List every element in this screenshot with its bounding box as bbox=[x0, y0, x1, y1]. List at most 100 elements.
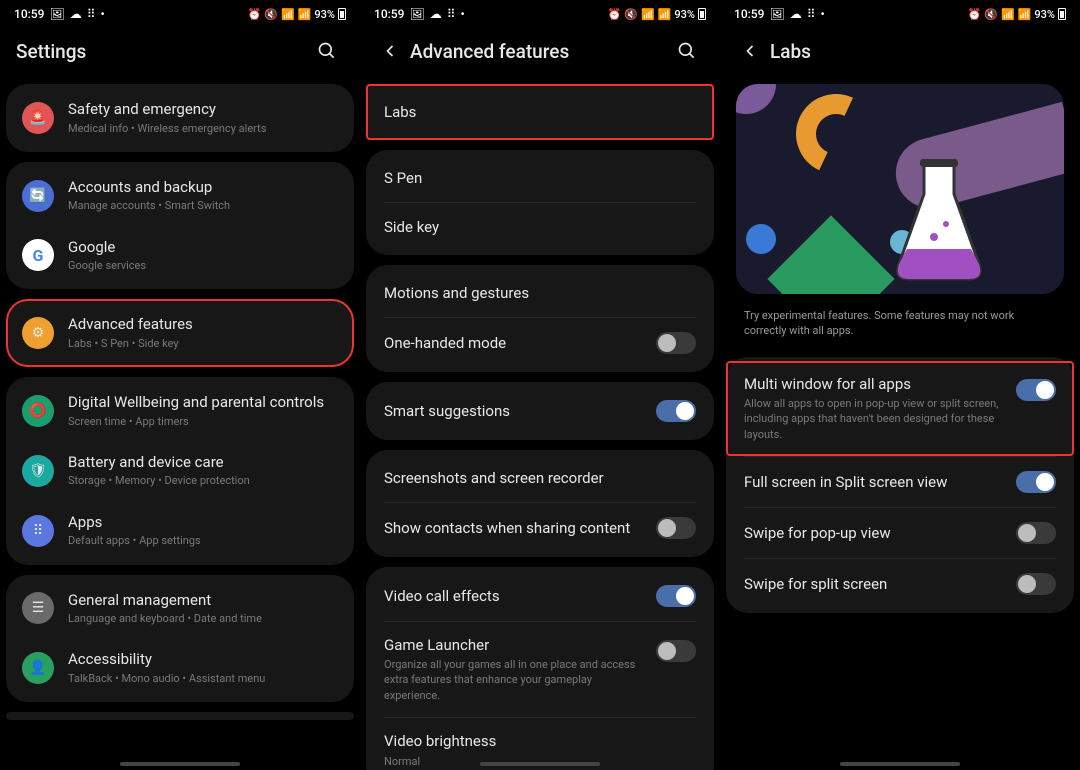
header: Settings bbox=[0, 28, 360, 74]
settings-item-digital-wellbeing[interactable]: ⭕ Digital Wellbeing and parental control… bbox=[6, 381, 354, 441]
toggle-swipe-split[interactable] bbox=[1016, 573, 1056, 595]
page-title: Settings bbox=[16, 40, 310, 63]
nav-handle[interactable] bbox=[480, 762, 600, 766]
af-item-screenshots[interactable]: Screenshots and screen recorder bbox=[366, 454, 714, 502]
advanced-features-icon: ⚙ bbox=[22, 317, 54, 349]
af-item-video-call-effects[interactable]: Video call effects bbox=[366, 571, 714, 621]
apps-icon: ⠿ bbox=[22, 515, 54, 547]
general-icon: ☰ bbox=[22, 592, 54, 624]
header: Advanced features bbox=[360, 28, 720, 74]
header: Labs bbox=[720, 28, 1080, 74]
af-item-spen[interactable]: S Pen bbox=[366, 154, 714, 202]
chevron-left-icon bbox=[380, 41, 400, 61]
accessibility-icon: 👤 bbox=[22, 652, 54, 684]
nav-handle[interactable] bbox=[840, 762, 960, 766]
settings-item-accessibility[interactable]: 👤 AccessibilityTalkBack • Mono audio • A… bbox=[6, 638, 354, 698]
toggle-game-launcher[interactable] bbox=[656, 640, 696, 662]
hero-illustration bbox=[736, 84, 1064, 294]
toggle-video-call[interactable] bbox=[656, 585, 696, 607]
alarm-icon: ⏰ bbox=[248, 8, 262, 21]
settings-list[interactable]: 🚨 Safety and emergencyMedical info • Wir… bbox=[0, 74, 360, 770]
toggle-one-handed[interactable] bbox=[656, 332, 696, 354]
af-item-game-launcher[interactable]: Game LauncherOrganize all your games all… bbox=[366, 622, 714, 717]
alarm-icon: ⏰ bbox=[608, 8, 622, 21]
wifi-icon: 📶 bbox=[641, 8, 655, 21]
wellbeing-icon: ⭕ bbox=[22, 395, 54, 427]
dots-icon: ⠿ bbox=[87, 7, 96, 21]
battery-icon bbox=[1058, 8, 1066, 20]
safety-icon: 🚨 bbox=[22, 102, 54, 134]
settings-item-battery[interactable]: 🛡 Battery and device careStorage • Memor… bbox=[6, 441, 354, 501]
back-button[interactable] bbox=[736, 41, 770, 61]
af-item-one-handed[interactable]: One-handed mode bbox=[366, 318, 714, 368]
cloud-icon: ☁ bbox=[790, 7, 802, 21]
dots-icon: ⠿ bbox=[447, 7, 456, 21]
af-item-labs[interactable]: Labs bbox=[366, 88, 714, 136]
battery-icon bbox=[698, 8, 706, 20]
labs-list[interactable]: Try experimental features. Some features… bbox=[720, 74, 1080, 770]
alarm-icon: ⏰ bbox=[968, 8, 982, 21]
search-button[interactable] bbox=[670, 41, 704, 61]
labs-item-full-screen-split[interactable]: Full screen in Split screen view bbox=[726, 457, 1074, 507]
clock: 10:59 bbox=[734, 7, 764, 21]
picture-icon: 🖼 bbox=[409, 7, 424, 21]
cloud-icon: ☁ bbox=[70, 7, 82, 21]
toggle-full-screen-split[interactable] bbox=[1016, 471, 1056, 493]
settings-item-google[interactable]: G GoogleGoogle services bbox=[6, 226, 354, 286]
nav-handle[interactable] bbox=[120, 762, 240, 766]
search-button[interactable] bbox=[310, 41, 344, 61]
labs-note: Try experimental features. Some features… bbox=[726, 294, 1074, 347]
status-bar: 10:59 🖼 ☁ ⠿ • ⏰ 🔇 📶 📶 93% bbox=[0, 0, 360, 28]
chevron-left-icon bbox=[740, 41, 760, 61]
screen-settings: 10:59 🖼 ☁ ⠿ • ⏰ 🔇 📶 📶 93% Settings 🚨 Saf… bbox=[0, 0, 360, 770]
battery-pct: 93% bbox=[1034, 8, 1055, 21]
af-item-show-contacts[interactable]: Show contacts when sharing content bbox=[366, 503, 714, 553]
dot-icon: • bbox=[100, 7, 104, 21]
dots-icon: ⠿ bbox=[807, 7, 816, 21]
settings-item-accounts[interactable]: 🔄 Accounts and backupManage accounts • S… bbox=[6, 166, 354, 226]
screen-labs: 10:59🖼☁⠿• ⏰🔇📶📶93% Labs Try exp bbox=[720, 0, 1080, 770]
af-item-smart-suggestions[interactable]: Smart suggestions bbox=[366, 386, 714, 436]
signal-icon: 📶 bbox=[658, 8, 672, 21]
settings-item-apps[interactable]: ⠿ AppsDefault apps • App settings bbox=[6, 501, 354, 561]
battery-care-icon: 🛡 bbox=[22, 455, 54, 487]
af-item-motions[interactable]: Motions and gestures bbox=[366, 269, 714, 317]
wifi-icon: 📶 bbox=[1001, 8, 1015, 21]
mute-icon: 🔇 bbox=[264, 8, 278, 21]
labs-item-multi-window[interactable]: Multi window for all appsAllow all apps … bbox=[726, 361, 1074, 456]
mute-icon: 🔇 bbox=[624, 8, 638, 21]
dot-icon: • bbox=[460, 7, 464, 21]
settings-item-advanced-features[interactable]: ⚙ Advanced featuresLabs • S Pen • Side k… bbox=[6, 303, 354, 363]
signal-icon: 📶 bbox=[1018, 8, 1032, 21]
google-icon: G bbox=[22, 239, 54, 271]
labs-item-swipe-popup[interactable]: Swipe for pop-up view bbox=[726, 508, 1074, 558]
battery-pct: 93% bbox=[674, 8, 695, 21]
clock: 10:59 bbox=[374, 7, 404, 21]
dot-icon: • bbox=[820, 7, 824, 21]
cloud-icon: ☁ bbox=[430, 7, 442, 21]
settings-item-safety[interactable]: 🚨 Safety and emergencyMedical info • Wir… bbox=[6, 88, 354, 148]
af-item-side-key[interactable]: Side key bbox=[366, 203, 714, 251]
settings-item-general[interactable]: ☰ General managementLanguage and keyboar… bbox=[6, 579, 354, 639]
advanced-features-list[interactable]: Labs S Pen Side key Motions and gestures… bbox=[360, 74, 720, 770]
toggle-multi-window[interactable] bbox=[1016, 379, 1056, 401]
page-title: Advanced features bbox=[410, 40, 670, 63]
battery-icon bbox=[338, 8, 346, 20]
status-bar: 10:59🖼☁⠿• ⏰🔇📶📶93% bbox=[720, 0, 1080, 28]
accounts-icon: 🔄 bbox=[22, 180, 54, 212]
toggle-show-contacts[interactable] bbox=[656, 517, 696, 539]
labs-item-swipe-split[interactable]: Swipe for split screen bbox=[726, 559, 1074, 609]
picture-icon: 🖼 bbox=[49, 7, 64, 21]
page-title: Labs bbox=[770, 40, 1064, 63]
battery-pct: 93% bbox=[314, 8, 335, 21]
toggle-smart-suggestions[interactable] bbox=[656, 400, 696, 422]
wifi-icon: 📶 bbox=[281, 8, 295, 21]
toggle-swipe-popup[interactable] bbox=[1016, 522, 1056, 544]
status-bar: 10:59🖼☁⠿• ⏰🔇📶📶93% bbox=[360, 0, 720, 28]
picture-icon: 🖼 bbox=[769, 7, 784, 21]
back-button[interactable] bbox=[376, 41, 410, 61]
screen-advanced-features: 10:59🖼☁⠿• ⏰🔇📶📶93% Advanced features Labs… bbox=[360, 0, 720, 770]
clock: 10:59 bbox=[14, 7, 44, 21]
search-icon bbox=[677, 41, 697, 61]
signal-icon: 📶 bbox=[298, 8, 312, 21]
